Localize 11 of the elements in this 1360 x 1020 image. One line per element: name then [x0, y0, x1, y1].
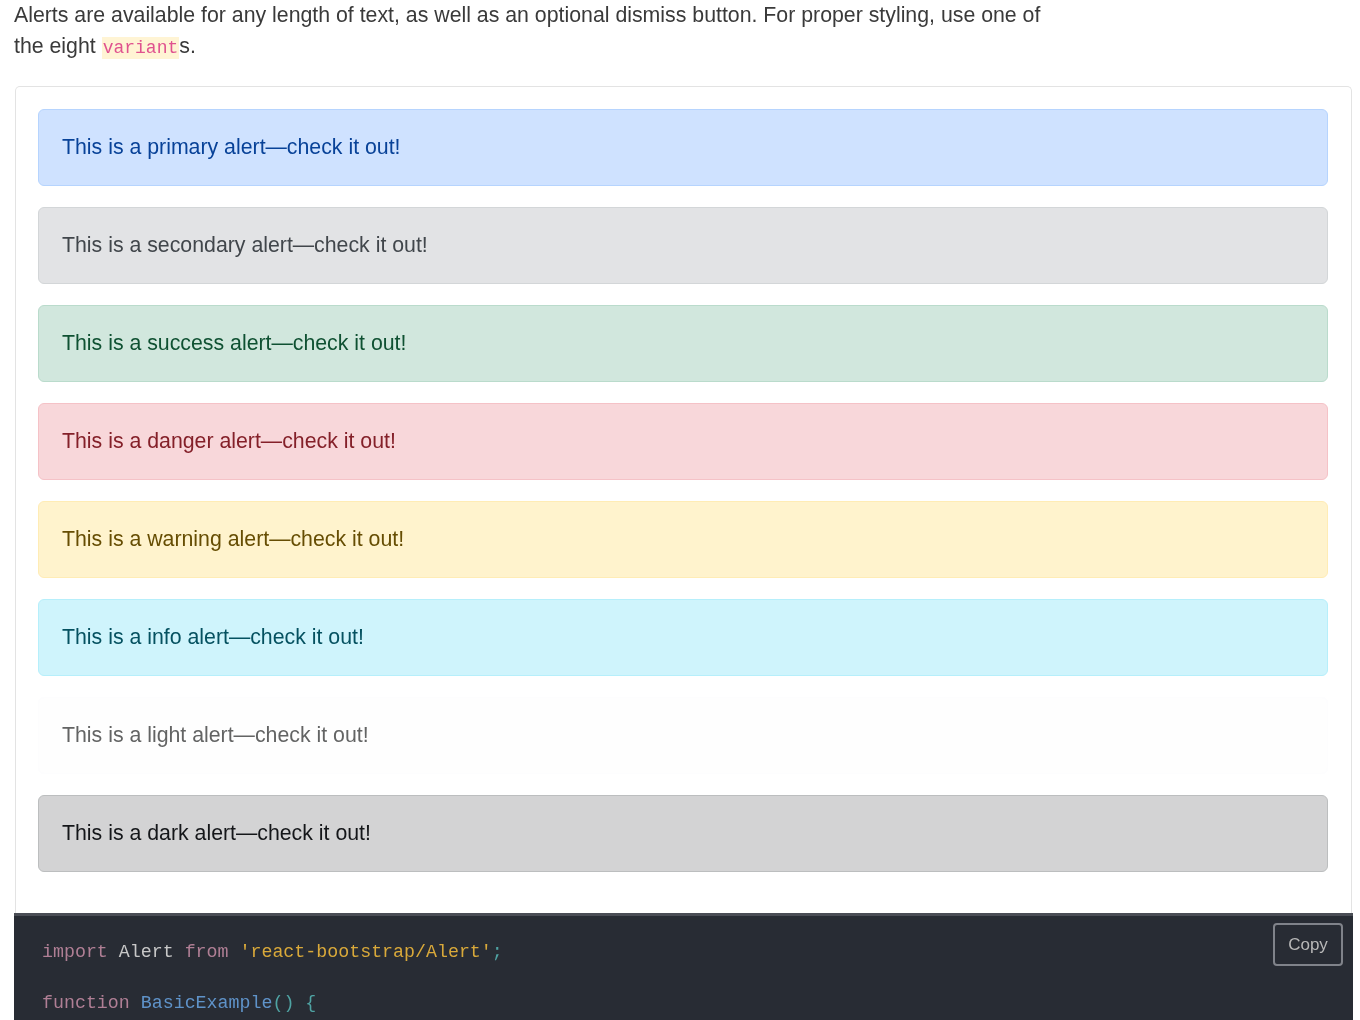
alert-banner: This is a secondary alert—check it out!: [38, 207, 1328, 284]
intro-paragraph: Alerts are available for any length of text, as well as an optional dismiss button. For proper styling, use one of the eight variants.: [13, 2, 1042, 61]
alert-banner: This is a dark alert—check it out!: [38, 795, 1328, 872]
alert-banner: This is a info alert—check it out!: [38, 599, 1328, 676]
code-line: import Alert from 'react-bootstrap/Alert';: [42, 941, 503, 964]
code-line: function BasicExample() {: [42, 992, 317, 1015]
copy-button[interactable]: Copy: [1273, 923, 1343, 966]
alert-banner: This is a warning alert—check it out!: [38, 501, 1328, 578]
alert-banner: This is a primary alert—check it out!: [38, 109, 1328, 186]
alert-banner: This is a success alert—check it out!: [38, 305, 1328, 382]
alert-banner: This is a danger alert—check it out!: [38, 403, 1328, 480]
